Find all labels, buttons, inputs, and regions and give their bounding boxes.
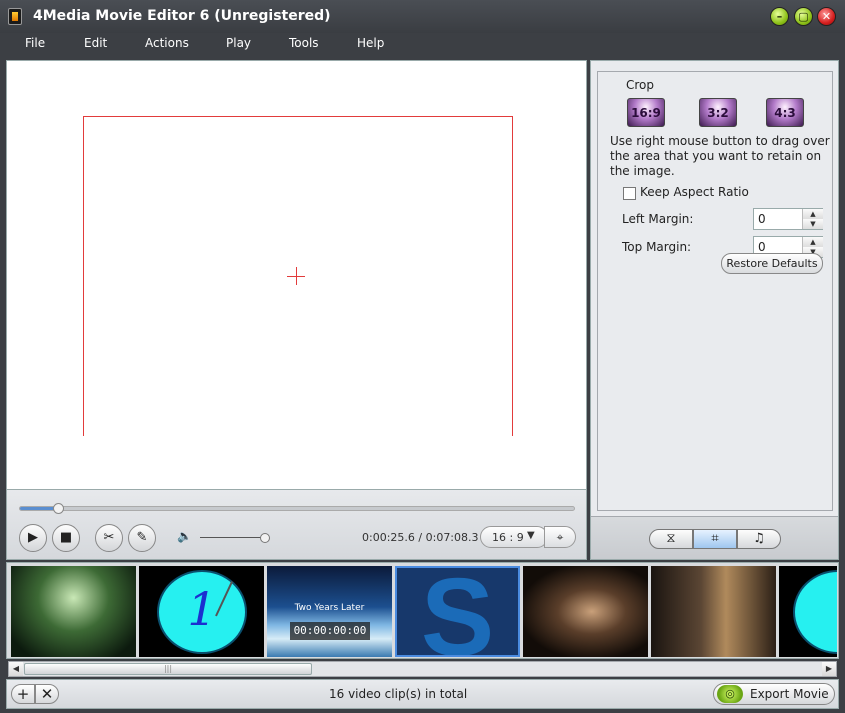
title-bar: 4Media Movie Editor 6 (Unregistered) – ▢… [0,0,845,33]
clip-thumbnail[interactable]: Two Years Later 00:00:00:00 [267,566,392,657]
clip-thumbnail-selected[interactable]: S [395,566,520,657]
menu-actions[interactable]: Actions [145,36,189,50]
fit-view-button[interactable]: ⌖ [544,526,576,548]
menu-bar: File Edit Actions Play Tools Help [0,33,845,57]
clock-number: 1 [187,582,217,636]
restore-defaults-button[interactable]: Restore Defaults [721,253,823,274]
clip-thumbnail[interactable] [523,566,648,657]
stop-icon: ■ [59,530,73,545]
app-window: 4Media Movie Editor 6 (Unregistered) – ▢… [0,0,845,713]
scroll-right-icon[interactable]: ▶ [822,662,836,676]
tab-effects[interactable]: ⧖ [649,529,693,549]
keep-aspect-checkbox[interactable] [623,187,636,200]
keep-aspect-label[interactable]: Keep Aspect Ratio [640,185,749,199]
scroll-left-icon[interactable]: ◀ [9,662,23,676]
left-margin-stepper[interactable]: ▲ ▼ [802,209,823,229]
clip-thumbnail[interactable] [11,566,136,657]
volume-handle[interactable] [259,533,270,543]
film-reel-icon: ◎ [717,685,743,703]
crop-group: Crop 16:9 3:2 4:3 Use right mouse button… [597,71,833,511]
crop-icon: ⌗ [711,531,719,546]
seek-bar[interactable] [19,503,575,514]
menu-file[interactable]: File [25,36,45,50]
clock-image: 1 [157,570,247,654]
export-movie-button[interactable]: ◎ Export Movie [713,683,835,705]
clock-image [793,570,837,654]
clip-thumbnail[interactable] [779,566,837,657]
volume-slider[interactable] [200,537,266,538]
top-margin-label: Top Margin: [622,240,692,254]
seek-handle[interactable] [53,503,65,514]
mode-toolbar: ⧖ ⌗ ♫ [591,516,838,559]
ratio-16-9-label: 16:9 [631,106,661,120]
clip-thumbnail[interactable]: 1 [139,566,264,657]
remove-clip-button[interactable]: ✕ [35,684,59,704]
spin-up-icon[interactable]: ▲ [803,237,823,247]
maximize-icon: ▢ [798,10,809,23]
minimize-icon: – [776,10,783,23]
play-icon: ▶ [28,530,38,545]
crop-settings-panel: Crop 16:9 3:2 4:3 Use right mouse button… [590,60,839,560]
crosshair-icon-vertical [296,267,297,285]
minimize-button[interactable]: – [770,7,789,26]
clip-caption: Two Years Later [294,603,365,613]
time-total: 0:07:08.3 [425,531,479,544]
ratio-4-3-button[interactable]: 4:3 [766,98,804,127]
music-note-icon: ♫ [753,531,765,546]
cut-button[interactable]: ✂ [95,524,123,552]
left-margin-label: Left Margin: [622,212,694,226]
target-icon: ⌖ [556,530,564,544]
window-title: 4Media Movie Editor 6 (Unregistered) [33,8,331,24]
crop-help-text: Use right mouse button to drag over the … [610,134,830,178]
pencil-icon: ✎ [136,530,148,545]
scroll-thumb[interactable]: ||| [24,663,312,675]
crop-group-title: Crop [623,78,658,92]
clip-timeline: 1 Two Years Later 00:00:00:00 S [6,562,839,659]
add-clip-button[interactable]: + [11,684,35,704]
tab-audio[interactable]: ♫ [737,529,781,549]
export-movie-label: Export Movie [750,687,829,701]
menu-tools[interactable]: Tools [289,36,319,50]
menu-edit[interactable]: Edit [84,36,107,50]
stop-button[interactable]: ■ [52,524,80,552]
scissors-icon: ✂ [103,530,115,545]
aspect-ratio-select[interactable]: 16 : 9 ▼ [480,526,548,548]
logo-letter: S [420,566,495,657]
clip-thumbnail[interactable] [651,566,776,657]
time-separator: / [414,531,426,544]
aspect-ratio-value: 16 : 9 [492,531,524,544]
ratio-3-2-label: 3:2 [707,106,729,120]
status-bar: + ✕ 16 video clip(s) in total ◎ Export M… [6,679,839,709]
chevron-down-icon: ▼ [527,530,535,541]
clip-timecode: 00:00:00:00 [290,622,370,640]
effects-icon: ⧖ [666,531,676,546]
plus-icon: + [16,685,30,703]
ratio-16-9-button[interactable]: 16:9 [627,98,665,127]
menu-help[interactable]: Help [357,36,384,50]
ratio-3-2-button[interactable]: 3:2 [699,98,737,127]
play-button[interactable]: ▶ [19,524,47,552]
time-current: 0:00:25.6 [362,531,415,544]
maximize-button[interactable]: ▢ [794,7,813,26]
top-margin-value[interactable]: 0 [758,240,766,254]
video-preview[interactable] [6,60,587,490]
spin-up-icon[interactable]: ▲ [803,209,823,219]
left-margin-spinner[interactable]: 0 ▲ ▼ [753,208,823,230]
time-display: 0:00:25.6 / 0:07:08.3 [362,531,479,544]
close-icon: ✕ [821,10,832,23]
tab-crop[interactable]: ⌗ [693,529,737,549]
edit-button[interactable]: ✎ [128,524,156,552]
film-icon [8,8,22,25]
close-icon: ✕ [40,685,54,703]
timeline-scrollbar[interactable]: ◀ ||| ▶ [8,661,837,677]
volume-icon[interactable]: 🔈 [177,529,192,543]
left-margin-value[interactable]: 0 [758,212,766,226]
spin-down-icon[interactable]: ▼ [803,219,823,229]
ratio-4-3-label: 4:3 [774,106,796,120]
menu-play[interactable]: Play [226,36,251,50]
playback-controls: ▶ ■ ✂ ✎ 🔈 0:00:25.6 / 0:07:08.3 16 : 9 ▼… [6,490,587,560]
close-button[interactable]: ✕ [817,7,836,26]
clip-count: 16 video clip(s) in total [329,687,468,701]
